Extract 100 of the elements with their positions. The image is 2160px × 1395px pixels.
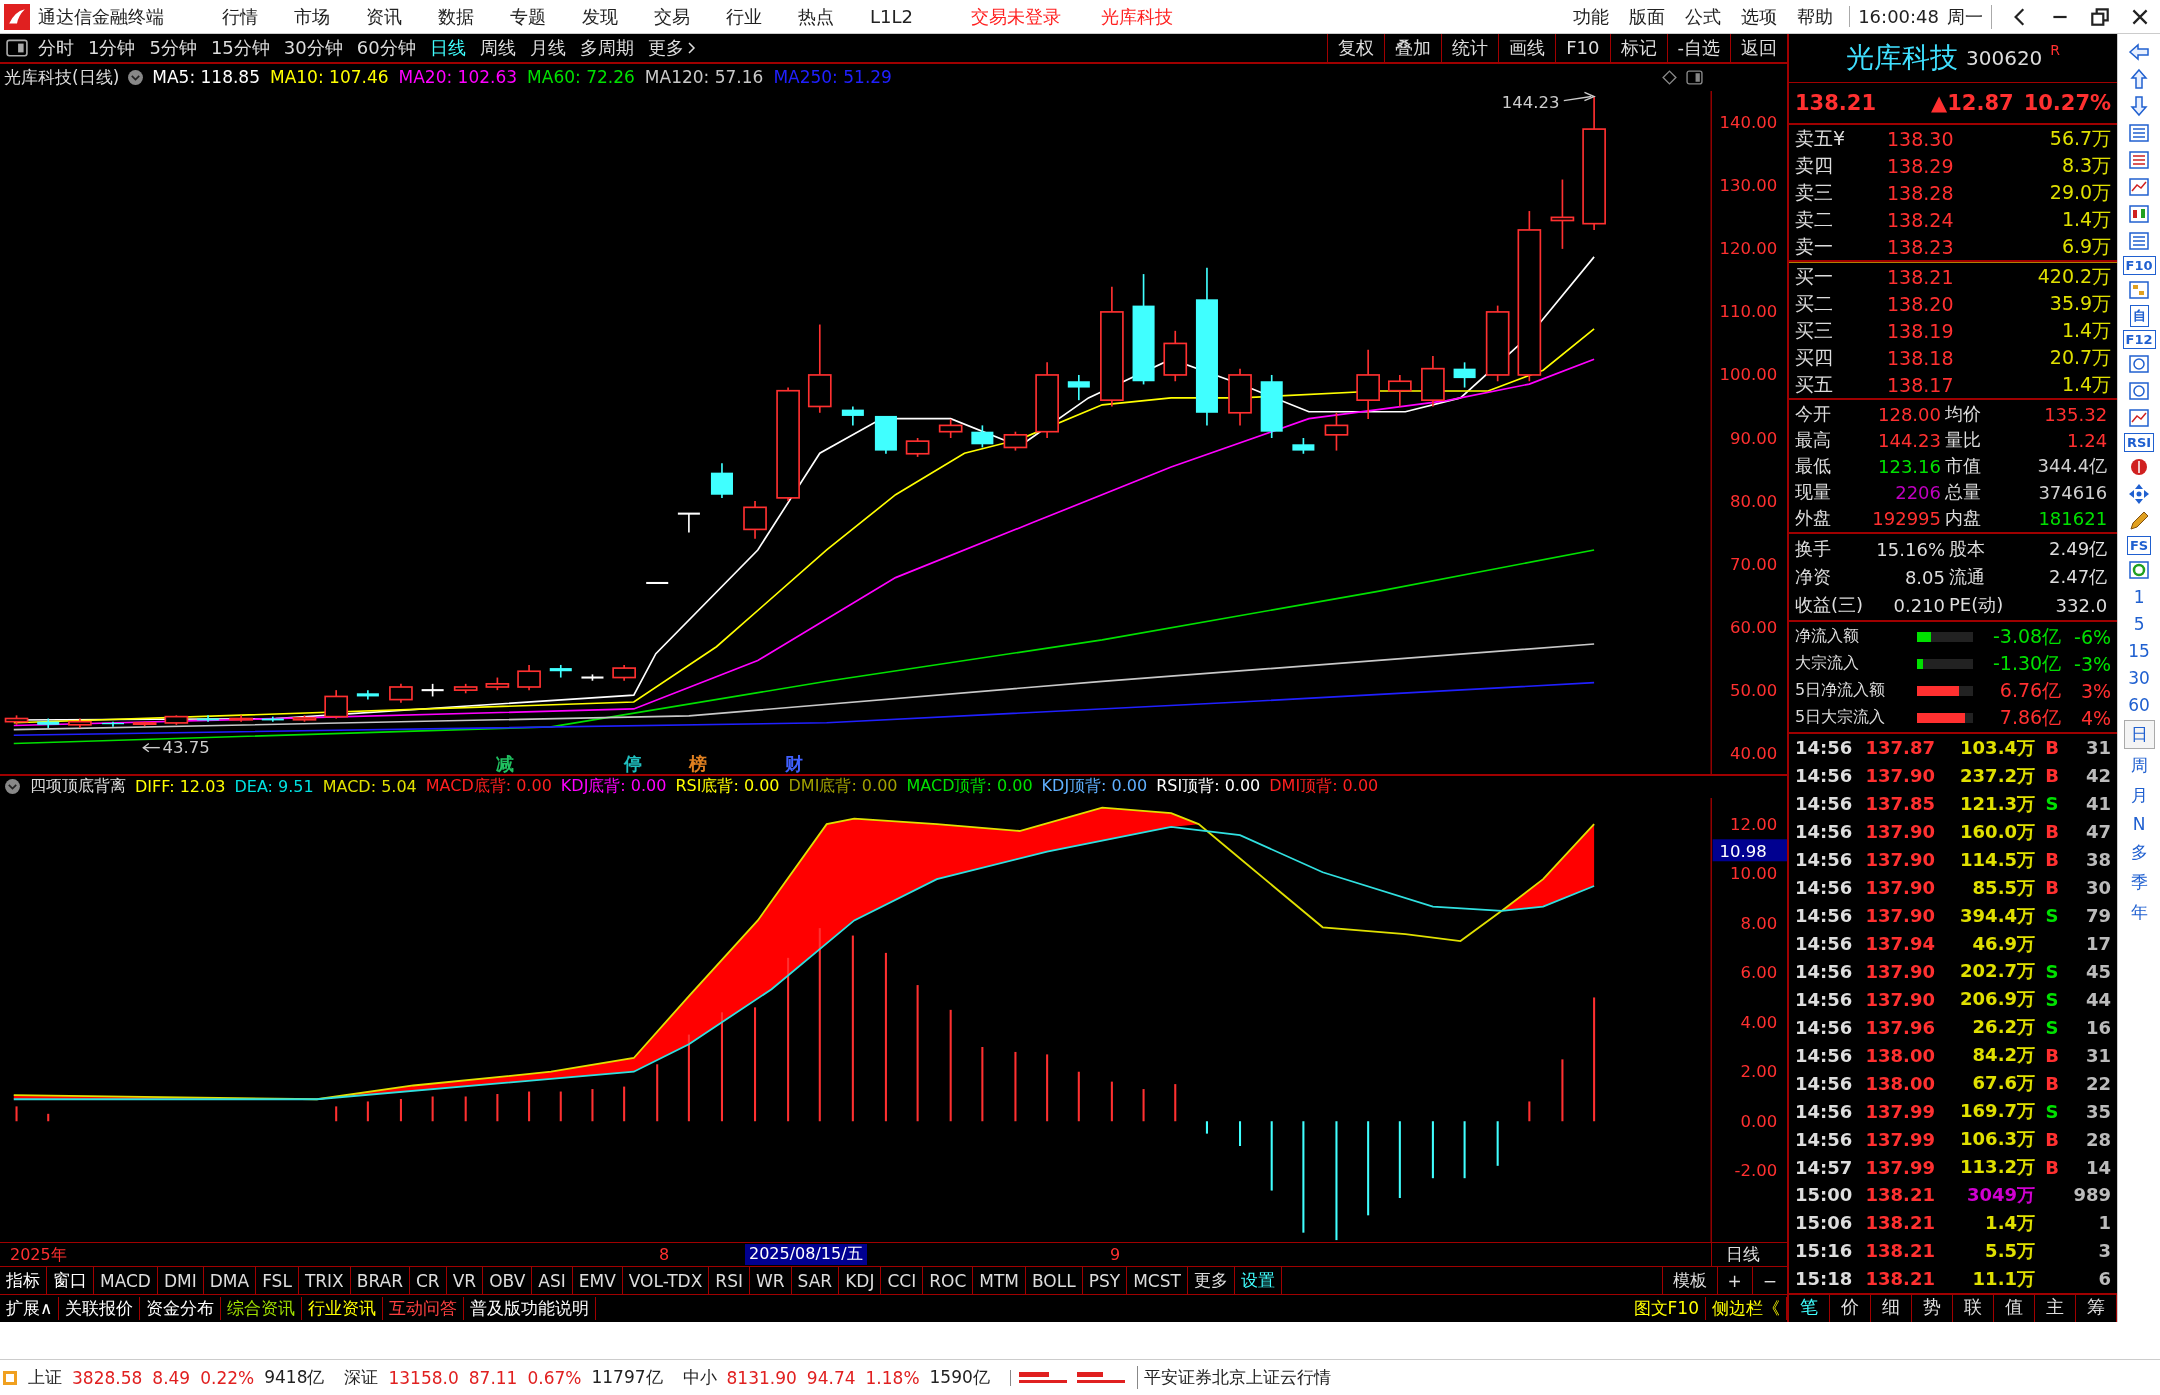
menu-item[interactable]: 功能 xyxy=(1573,4,1610,29)
menu-item[interactable]: 帮助 xyxy=(1797,4,1834,29)
indicator-tab[interactable]: 设置 xyxy=(1234,1267,1282,1295)
period-tab[interactable]: 更多 xyxy=(647,35,696,60)
period-button[interactable]: 周 xyxy=(2124,752,2154,779)
indicator-tab[interactable]: MACD xyxy=(94,1267,158,1295)
indicator-tool-button[interactable]: 模板 xyxy=(1661,1267,1717,1295)
indicator-tab[interactable]: DMA xyxy=(203,1267,257,1295)
dropdown-icon[interactable] xyxy=(127,68,145,86)
line-chart-icon[interactable] xyxy=(2127,175,2152,199)
menu-item[interactable]: 行情 xyxy=(222,4,258,29)
menu-item[interactable]: 选项 xyxy=(1741,4,1778,29)
index-name[interactable]: 中小 xyxy=(682,1366,717,1389)
extension-tab[interactable]: 关联报价 xyxy=(59,1297,141,1320)
detail-tab[interactable]: 细 xyxy=(1871,1295,1913,1322)
indicator-tab[interactable]: KDJ xyxy=(839,1267,882,1295)
sidebar-button[interactable]: RSI xyxy=(2123,433,2155,452)
panel-toggle-icon[interactable] xyxy=(1686,68,1703,86)
period-button[interactable]: 1 xyxy=(2127,585,2151,609)
menu-item[interactable]: 版面 xyxy=(1629,4,1666,29)
indicator-tool-button[interactable]: + xyxy=(1716,1267,1752,1295)
indicator-tab[interactable]: FSL xyxy=(256,1267,299,1295)
indicator-tab[interactable]: BOLL xyxy=(1026,1267,1083,1295)
menu-item[interactable]: L1L2 xyxy=(870,6,913,27)
indicator-tab[interactable]: OBV xyxy=(483,1267,533,1295)
indicator-tab[interactable]: ROC xyxy=(923,1267,974,1295)
chart-tool-button[interactable]: 叠加 xyxy=(1384,34,1442,62)
extension-tab[interactable]: 资金分布 xyxy=(140,1297,222,1320)
index-name[interactable]: 深证 xyxy=(344,1366,379,1389)
dropdown-icon[interactable] xyxy=(4,778,21,796)
menu-item[interactable]: 资讯 xyxy=(366,4,402,29)
refresh-icon[interactable] xyxy=(2127,558,2152,582)
period-tab[interactable]: 月线 xyxy=(529,35,566,60)
detail-tab[interactable]: 价 xyxy=(1830,1295,1872,1322)
extension-tab[interactable]: 互动问答 xyxy=(383,1297,465,1320)
period-tab[interactable]: 60分钟 xyxy=(356,35,416,60)
indicator-tab[interactable]: EMV xyxy=(572,1267,623,1295)
panel-toggle-icon[interactable] xyxy=(6,38,28,57)
menu-item[interactable]: 数据 xyxy=(438,4,474,29)
indicator-tab[interactable]: VR xyxy=(446,1267,484,1295)
indicator-tab[interactable]: PSY xyxy=(1082,1267,1128,1295)
period-button[interactable]: 15 xyxy=(2122,639,2156,663)
indicator-tab[interactable]: CCI xyxy=(881,1267,924,1295)
menu-item[interactable]: 行业 xyxy=(726,4,762,29)
period-tab[interactable]: 5分钟 xyxy=(149,35,197,60)
chart-tool-button[interactable]: F10 xyxy=(1555,34,1610,62)
indicator-tab[interactable]: VOL-TDX xyxy=(622,1267,710,1295)
period-tab[interactable]: 周线 xyxy=(479,35,516,60)
extension-tab[interactable]: 综合资讯 xyxy=(221,1297,303,1320)
f10-link[interactable]: 图文F10 xyxy=(1627,1297,1706,1320)
detail-tab[interactable]: 联 xyxy=(1953,1295,1995,1322)
indicator-tab[interactable]: DMI xyxy=(157,1267,204,1295)
document-icon[interactable] xyxy=(2127,229,2152,253)
period-tab[interactable]: 分时 xyxy=(38,35,74,60)
sidebar-button[interactable]: FS xyxy=(2126,536,2152,555)
tree-icon[interactable] xyxy=(2127,278,2152,302)
grid-icon[interactable] xyxy=(2127,148,2152,172)
chart-tool-button[interactable]: -自选 xyxy=(1666,34,1730,62)
period-button[interactable]: 多 xyxy=(2124,839,2154,866)
detail-tab[interactable]: 笔 xyxy=(1789,1295,1830,1322)
candlestick-icon[interactable] xyxy=(2127,202,2152,226)
indicator-tab[interactable]: MCST xyxy=(1127,1267,1188,1295)
menu-item[interactable]: 市场 xyxy=(294,4,330,29)
period-tab[interactable]: 30分钟 xyxy=(283,35,343,60)
extension-tab[interactable]: 普及版功能说明 xyxy=(464,1297,597,1320)
indicator-tab[interactable]: 更多 xyxy=(1187,1267,1235,1295)
menu-item[interactable]: 公式 xyxy=(1685,4,1722,29)
diamond-icon[interactable] xyxy=(1661,68,1678,86)
period-button[interactable]: 日 xyxy=(2123,720,2155,749)
event-marker[interactable]: 停 xyxy=(624,752,643,774)
event-marker[interactable]: 榜 xyxy=(688,752,707,774)
index-name[interactable]: 上证 xyxy=(28,1366,62,1389)
extension-tab[interactable]: 行业资讯 xyxy=(302,1297,384,1320)
indicator-tab[interactable]: CR xyxy=(410,1267,447,1295)
sidebar-button[interactable]: F10 xyxy=(2122,256,2156,275)
period-button[interactable]: 60 xyxy=(2122,693,2156,717)
indicator-tab[interactable]: 指标 xyxy=(0,1267,47,1295)
period-tab[interactable]: 多周期 xyxy=(579,35,634,60)
menu-item[interactable]: 发现 xyxy=(582,4,618,29)
sidebar-button[interactable]: F12 xyxy=(2122,330,2156,349)
period-button[interactable]: 年 xyxy=(2124,899,2154,926)
period-tab[interactable]: 1分钟 xyxy=(88,35,136,60)
indicator-tab[interactable]: TRIX xyxy=(298,1267,351,1295)
period-button[interactable]: 月 xyxy=(2124,782,2154,809)
detail-tab[interactable]: 势 xyxy=(1912,1295,1954,1322)
event-marker[interactable]: 减 xyxy=(496,752,514,774)
indicator-tab[interactable]: ASI xyxy=(532,1267,573,1295)
chart-tool-button[interactable]: 标记 xyxy=(1609,34,1667,62)
indicator-tab[interactable]: MTM xyxy=(973,1267,1026,1295)
period-tab[interactable]: 日线 xyxy=(429,35,466,60)
detail-tab[interactable]: 主 xyxy=(2035,1295,2077,1322)
event-marker[interactable]: 财 xyxy=(785,752,804,774)
extension-tab[interactable]: 扩展∧ xyxy=(0,1297,60,1320)
period-button[interactable]: N xyxy=(2126,812,2152,836)
indicator-tab[interactable]: BRAR xyxy=(350,1267,410,1295)
indicator-name[interactable]: 四项顶底背离 xyxy=(30,776,126,798)
restore-icon[interactable] xyxy=(2089,5,2111,28)
sidebar-button[interactable]: 自 xyxy=(2129,305,2149,327)
indicator-tab[interactable]: WR xyxy=(749,1267,792,1295)
chart-tool-button[interactable]: 复权 xyxy=(1327,34,1385,62)
